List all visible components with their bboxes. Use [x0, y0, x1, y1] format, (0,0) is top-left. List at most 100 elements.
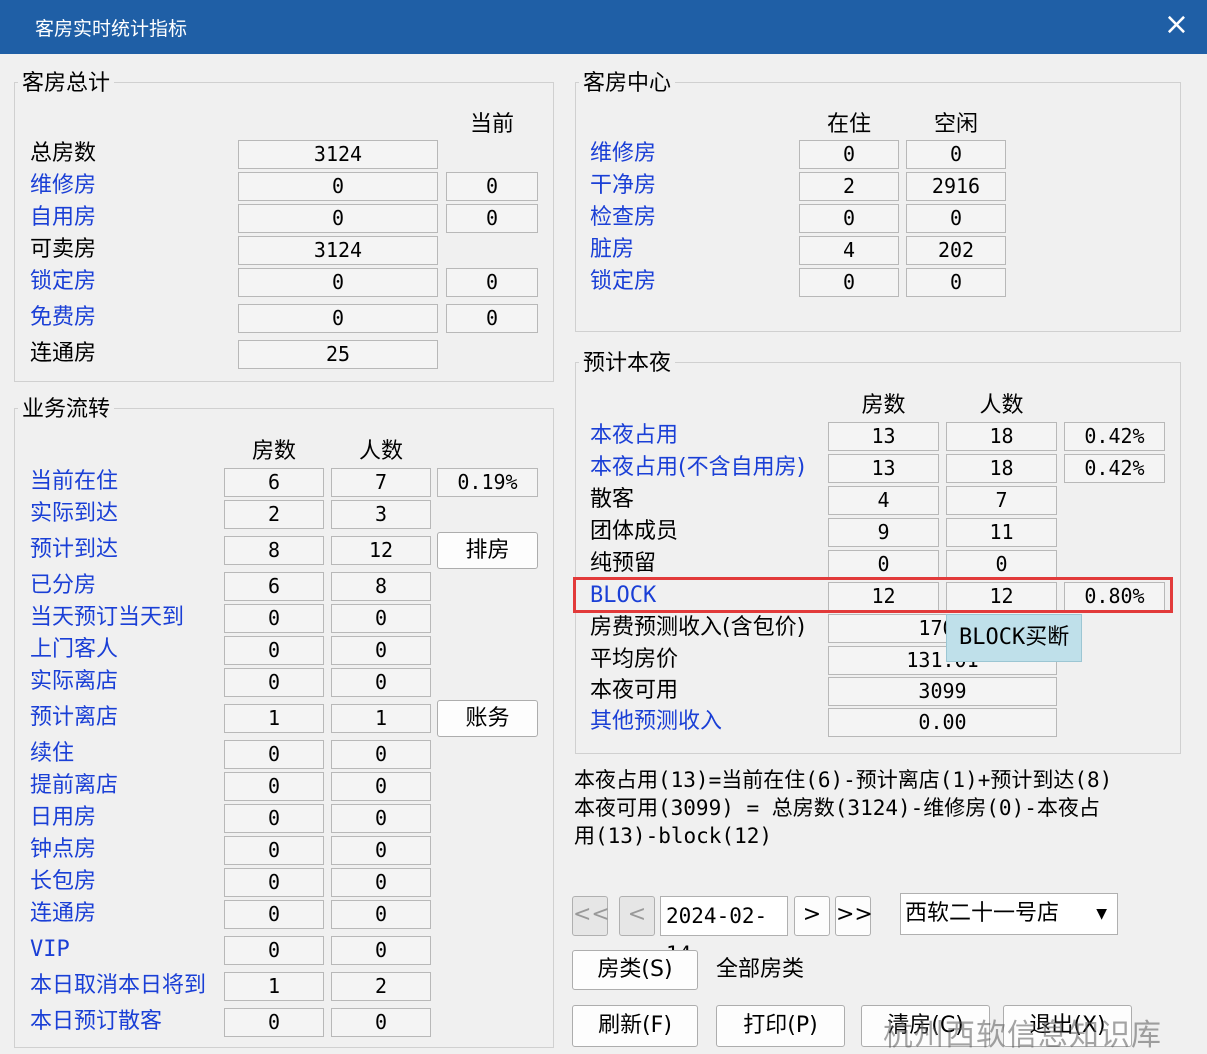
total-row-value: 0	[238, 304, 438, 333]
flow-row-people: 0	[331, 936, 431, 965]
flow-row-label[interactable]: 实际离店	[30, 667, 118, 697]
total-row-current: 0	[446, 304, 538, 333]
total-row-value: 0	[238, 204, 438, 233]
center-row-occupied: 0	[799, 140, 899, 169]
account-button[interactable]: 账务	[437, 700, 538, 737]
flow-row-people: 0	[331, 604, 431, 633]
flow-row-people: 0	[331, 636, 431, 665]
tonight-col-rooms: 房数	[861, 393, 906, 418]
roomtype-value: 全部房类	[716, 957, 805, 982]
total-row-label[interactable]: 维修房	[30, 171, 96, 201]
center-row-vacant: 0	[906, 140, 1006, 169]
flow-row-label[interactable]: 提前离店	[30, 771, 118, 801]
total-row-current: 0	[446, 172, 538, 201]
flow-row-rooms: 0	[224, 900, 324, 929]
tonight-row-pct: 0.42%	[1064, 422, 1165, 451]
block-highlight	[573, 577, 1173, 613]
center-row-label[interactable]: 检查房	[590, 203, 656, 233]
flow-row-people: 0	[331, 804, 431, 833]
total-row-label[interactable]: 免费房	[30, 303, 96, 333]
tonight-wide-value: 3099	[828, 677, 1057, 706]
first-page-button[interactable]: <<	[572, 896, 610, 936]
flow-row-rooms: 6	[224, 572, 324, 601]
center-row-vacant: 0	[906, 268, 1006, 297]
prev-date-button[interactable]: <	[619, 896, 655, 936]
flow-row-label[interactable]: 预计离店	[30, 703, 118, 733]
tonight-row-label: 散客	[590, 487, 635, 512]
center-row-occupied: 2	[799, 172, 899, 201]
flow-row-rooms: 1	[224, 704, 324, 733]
flow-row-people: 1	[331, 704, 431, 733]
formula-line-1: 本夜占用(13)=当前在住(6)-预计离店(1)+预计到达(8)	[574, 768, 1113, 792]
tonight-group-label: 预计本夜	[579, 351, 676, 377]
flow-row-people: 7	[331, 468, 431, 497]
close-icon[interactable]: ×	[1164, 8, 1189, 42]
tonight-row-people: 7	[946, 486, 1057, 515]
flow-row-rooms: 1	[224, 972, 324, 1001]
center-row-label[interactable]: 锁定房	[590, 267, 656, 297]
tonight-row-rooms: 0	[828, 550, 939, 579]
total-row-label[interactable]: 锁定房	[30, 267, 96, 297]
formula-line-2: 本夜可用(3099) = 总房数(3124)-维修房(0)-本夜占	[574, 796, 1100, 820]
date-field[interactable]: 2024-02-14	[660, 896, 788, 966]
center-row-label[interactable]: 维修房	[590, 139, 656, 169]
flow-row-label[interactable]: 实际到达	[30, 499, 118, 529]
flow-row-people: 0	[331, 1008, 431, 1037]
roomtype-button[interactable]: 房类(S)	[572, 950, 698, 990]
total-col-current: 当前	[469, 112, 514, 137]
flow-row-people: 0	[331, 900, 431, 929]
tonight-row-label[interactable]: 本夜占用(不含自用房)	[590, 453, 805, 483]
next-date-button[interactable]: >	[794, 896, 830, 936]
flow-row-label[interactable]: 上门客人	[30, 635, 118, 665]
assign-room-button[interactable]: 排房	[437, 532, 538, 569]
total-row-label[interactable]: 自用房	[30, 203, 96, 233]
total-row-current: 0	[446, 204, 538, 233]
tonight-row-people: 11	[946, 518, 1057, 547]
flow-row-people: 0	[331, 772, 431, 801]
flow-row-label[interactable]: 长包房	[30, 867, 96, 897]
flow-row-rooms: 0	[224, 836, 324, 865]
flow-row-label[interactable]: 当天预订当天到	[30, 603, 184, 633]
flow-row-label[interactable]: 连通房	[30, 899, 96, 929]
flow-row-label[interactable]: 本日预订散客	[30, 1007, 162, 1037]
flow-row-rooms: 8	[224, 536, 324, 565]
center-row-label[interactable]: 脏房	[590, 235, 634, 265]
tonight-wide-label: 本夜可用	[590, 678, 679, 703]
center-row-occupied: 0	[799, 204, 899, 233]
tonight-row-people: 0	[946, 550, 1057, 579]
tonight-row-rooms: 9	[828, 518, 939, 547]
flow-row-label[interactable]: 预计到达	[30, 535, 118, 565]
flow-row-label[interactable]: VIP	[30, 935, 70, 965]
center-row-vacant: 2916	[906, 172, 1006, 201]
flow-group-label: 业务流转	[18, 397, 115, 423]
flow-row-rooms: 0	[224, 936, 324, 965]
flow-row-people: 12	[331, 536, 431, 565]
print-button[interactable]: 打印(P)	[716, 1005, 845, 1047]
flow-row-label[interactable]: 已分房	[30, 571, 96, 601]
flow-row-label[interactable]: 续住	[30, 739, 74, 769]
tonight-row-label[interactable]: 本夜占用	[590, 421, 678, 451]
refresh-button[interactable]: 刷新(F)	[572, 1005, 698, 1047]
tonight-row-people: 18	[946, 422, 1057, 451]
flow-row-rooms: 0	[224, 604, 324, 633]
flow-row-label[interactable]: 本日取消本日将到	[30, 971, 206, 1001]
flow-row-people: 0	[331, 668, 431, 697]
flow-row-people: 0	[331, 868, 431, 897]
hotel-select-value: 西软二十一号店	[905, 901, 1060, 926]
flow-row-label[interactable]: 日用房	[30, 803, 96, 833]
flow-row-rooms: 2	[224, 500, 324, 529]
total-row-value: 3124	[238, 236, 438, 265]
center-row-occupied: 0	[799, 268, 899, 297]
hotel-select[interactable]: 西软二十一号店 ▼	[900, 893, 1118, 935]
tonight-wide-value: 0.00	[828, 708, 1057, 737]
flow-row-label[interactable]: 当前在住	[30, 467, 118, 497]
total-group-label: 客房总计	[18, 71, 115, 97]
flow-row-label[interactable]: 钟点房	[30, 835, 96, 865]
last-page-button[interactable]: >>	[835, 896, 873, 936]
total-row-value: 25	[238, 340, 438, 369]
center-row-label[interactable]: 干净房	[590, 171, 656, 201]
tonight-row-rooms: 13	[828, 454, 939, 483]
tonight-wide-label[interactable]: 其他预测收入	[590, 707, 722, 737]
flow-row-people: 0	[331, 836, 431, 865]
center-row-vacant: 202	[906, 236, 1006, 265]
